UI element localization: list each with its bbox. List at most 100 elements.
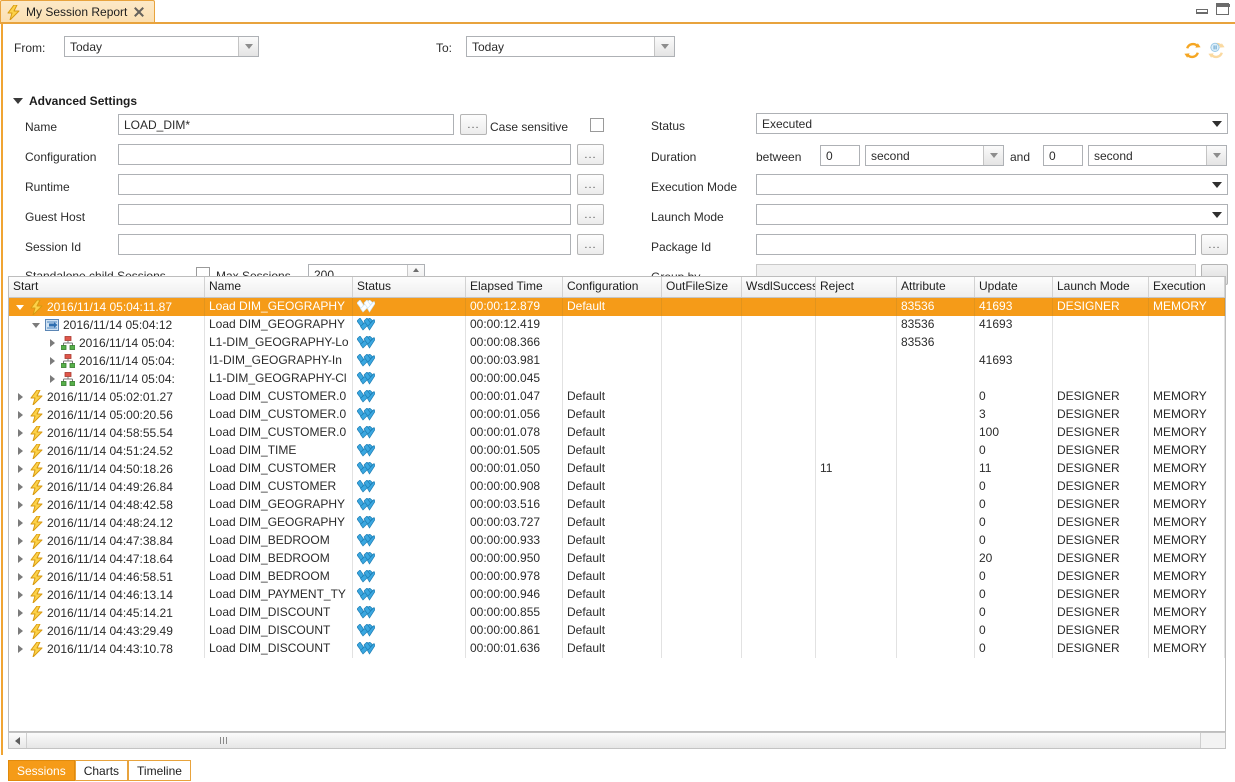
table-row[interactable]: 2016/11/14 04:49:26.84Load DIM_CUSTOMER0…: [9, 478, 1225, 496]
column-header-outfilesize[interactable]: OutFileSize: [662, 277, 742, 297]
expand-arrow-icon[interactable]: [13, 627, 27, 635]
session-id-browse-button[interactable]: ...: [577, 234, 604, 255]
table-row[interactable]: 2016/11/14 05:04:L1-DIM_GEOGRAPHY-Cl00:0…: [9, 370, 1225, 388]
configuration-browse-button[interactable]: ...: [577, 144, 604, 165]
expand-arrow-icon[interactable]: [13, 465, 27, 473]
refresh-icon[interactable]: [1184, 42, 1201, 62]
table-row[interactable]: 2016/11/14 05:04:12Load DIM_GEOGRAPHY00:…: [9, 316, 1225, 334]
column-header-start[interactable]: Start: [9, 277, 205, 297]
bottom-tab-timeline[interactable]: Timeline: [128, 760, 191, 781]
table-row[interactable]: 2016/11/14 04:50:18.26Load DIM_CUSTOMER0…: [9, 460, 1225, 478]
from-date-combo[interactable]: Today: [64, 36, 259, 57]
stepper-up-icon[interactable]: [408, 265, 424, 275]
execution-mode-combo[interactable]: [756, 174, 1228, 195]
tab-my-session-report[interactable]: My Session Report: [0, 0, 155, 23]
guest-host-browse-button[interactable]: ...: [577, 204, 604, 225]
duration-min-input[interactable]: 0: [820, 145, 860, 166]
launch-mode-combo[interactable]: [756, 204, 1228, 225]
refresh-pause-icon[interactable]: [1208, 42, 1225, 62]
table-row[interactable]: 2016/11/14 04:46:58.51Load DIM_BEDROOM00…: [9, 568, 1225, 586]
collapse-arrow-icon[interactable]: [13, 305, 27, 310]
chevron-down-icon[interactable]: [654, 37, 674, 56]
column-header-update[interactable]: Update: [975, 277, 1053, 297]
table-row[interactable]: 2016/11/14 05:04:L1-DIM_GEOGRAPHY-Lo00:0…: [9, 334, 1225, 352]
double-check-icon: [357, 354, 375, 367]
cell-update: 0: [975, 586, 1053, 604]
bottom-tab-sessions[interactable]: Sessions: [8, 760, 75, 781]
expand-arrow-icon[interactable]: [13, 501, 27, 509]
expand-arrow-icon[interactable]: [45, 339, 59, 347]
cell-start: 2016/11/14 05:00:20.56: [9, 406, 205, 424]
column-header-name[interactable]: Name: [205, 277, 353, 297]
table-row[interactable]: 2016/11/14 04:47:18.64Load DIM_BEDROOM00…: [9, 550, 1225, 568]
expand-arrow-icon[interactable]: [13, 429, 27, 437]
column-header-wsdlsuccess[interactable]: WsdlSuccess: [742, 277, 816, 297]
chevron-down-icon[interactable]: [1207, 182, 1227, 188]
table-row[interactable]: 2016/11/14 04:46:13.14Load DIM_PAYMENT_T…: [9, 586, 1225, 604]
package-id-browse-button[interactable]: ...: [1201, 234, 1228, 255]
table-row[interactable]: 2016/11/14 04:48:42.58Load DIM_GEOGRAPHY…: [9, 496, 1225, 514]
column-header-config[interactable]: Configuration: [563, 277, 662, 297]
table-row[interactable]: 2016/11/14 04:47:38.84Load DIM_BEDROOM00…: [9, 532, 1225, 550]
expand-arrow-icon[interactable]: [13, 555, 27, 563]
duration-max-input[interactable]: 0: [1043, 145, 1083, 166]
table-row[interactable]: 2016/11/14 04:51:24.52Load DIM_TIME00:00…: [9, 442, 1225, 460]
expand-arrow-icon[interactable]: [13, 411, 27, 419]
duration-max-unit-combo[interactable]: second: [1088, 145, 1227, 166]
table-row[interactable]: 2016/11/14 04:43:10.78Load DIM_DISCOUNT0…: [9, 640, 1225, 658]
minimize-icon[interactable]: [1196, 4, 1208, 14]
column-header-elapsed[interactable]: Elapsed Time: [466, 277, 563, 297]
table-row[interactable]: 2016/11/14 05:00:20.56Load DIM_CUSTOMER.…: [9, 406, 1225, 424]
chevron-down-icon[interactable]: [1207, 121, 1227, 127]
table-row[interactable]: 2016/11/14 04:43:29.49Load DIM_DISCOUNT0…: [9, 622, 1225, 640]
name-browse-button[interactable]: ...: [460, 114, 487, 135]
table-row[interactable]: 2016/11/14 05:04:I1-DIM_GEOGRAPHY-In00:0…: [9, 352, 1225, 370]
to-date-combo[interactable]: Today: [466, 36, 675, 57]
session-id-input[interactable]: [118, 234, 571, 255]
arrow-left-icon[interactable]: [9, 733, 27, 748]
expand-arrow-icon[interactable]: [13, 393, 27, 401]
expand-arrow-icon[interactable]: [13, 645, 27, 653]
expand-arrow-icon[interactable]: [13, 519, 27, 527]
cell-execution: MEMORY: [1149, 622, 1225, 640]
collapse-arrow-icon[interactable]: [29, 323, 43, 328]
chevron-down-icon[interactable]: [238, 37, 258, 56]
scrollbar-thumb[interactable]: [26, 733, 1201, 748]
configuration-input[interactable]: [118, 144, 571, 165]
column-header-reject[interactable]: Reject: [816, 277, 897, 297]
expand-arrow-icon[interactable]: [13, 483, 27, 491]
chevron-down-icon[interactable]: [1207, 212, 1227, 218]
table-row[interactable]: 2016/11/14 05:02:01.27Load DIM_CUSTOMER.…: [9, 388, 1225, 406]
table-row[interactable]: 2016/11/14 04:45:14.21Load DIM_DISCOUNT0…: [9, 604, 1225, 622]
expand-arrow-icon[interactable]: [45, 357, 59, 365]
expand-arrow-icon[interactable]: [45, 375, 59, 383]
package-id-input[interactable]: [756, 234, 1196, 255]
double-check-icon: [357, 372, 375, 385]
column-header-execution[interactable]: Execution: [1149, 277, 1225, 297]
column-header-status[interactable]: Status: [353, 277, 466, 297]
chevron-down-icon[interactable]: [1206, 146, 1226, 165]
expand-arrow-icon[interactable]: [13, 537, 27, 545]
expand-arrow-icon[interactable]: [13, 609, 27, 617]
bottom-tab-charts[interactable]: Charts: [75, 760, 128, 781]
runtime-browse-button[interactable]: ...: [577, 174, 604, 195]
close-icon[interactable]: [133, 6, 145, 18]
table-row[interactable]: 2016/11/14 04:48:24.12Load DIM_GEOGRAPHY…: [9, 514, 1225, 532]
duration-min-unit-combo[interactable]: second: [865, 145, 1004, 166]
runtime-input[interactable]: [118, 174, 571, 195]
name-input[interactable]: LOAD_DIM*: [118, 114, 454, 135]
table-row[interactable]: 2016/11/14 04:58:55.54Load DIM_CUSTOMER.…: [9, 424, 1225, 442]
maximize-icon[interactable]: [1216, 3, 1229, 15]
chevron-down-icon[interactable]: [983, 146, 1003, 165]
case-sensitive-checkbox[interactable]: [590, 118, 604, 132]
horizontal-scrollbar[interactable]: [8, 732, 1226, 749]
column-header-attribute[interactable]: Attribute: [897, 277, 975, 297]
status-combo[interactable]: Executed: [756, 113, 1228, 134]
column-header-launchmode[interactable]: Launch Mode: [1053, 277, 1149, 297]
expand-arrow-icon[interactable]: [13, 591, 27, 599]
expand-arrow-icon[interactable]: [13, 447, 27, 455]
table-row[interactable]: 2016/11/14 05:04:11.87Load DIM_GEOGRAPHY…: [9, 298, 1225, 316]
advanced-settings-toggle[interactable]: Advanced Settings: [13, 94, 137, 108]
guest-host-input[interactable]: [118, 204, 571, 225]
expand-arrow-icon[interactable]: [13, 573, 27, 581]
